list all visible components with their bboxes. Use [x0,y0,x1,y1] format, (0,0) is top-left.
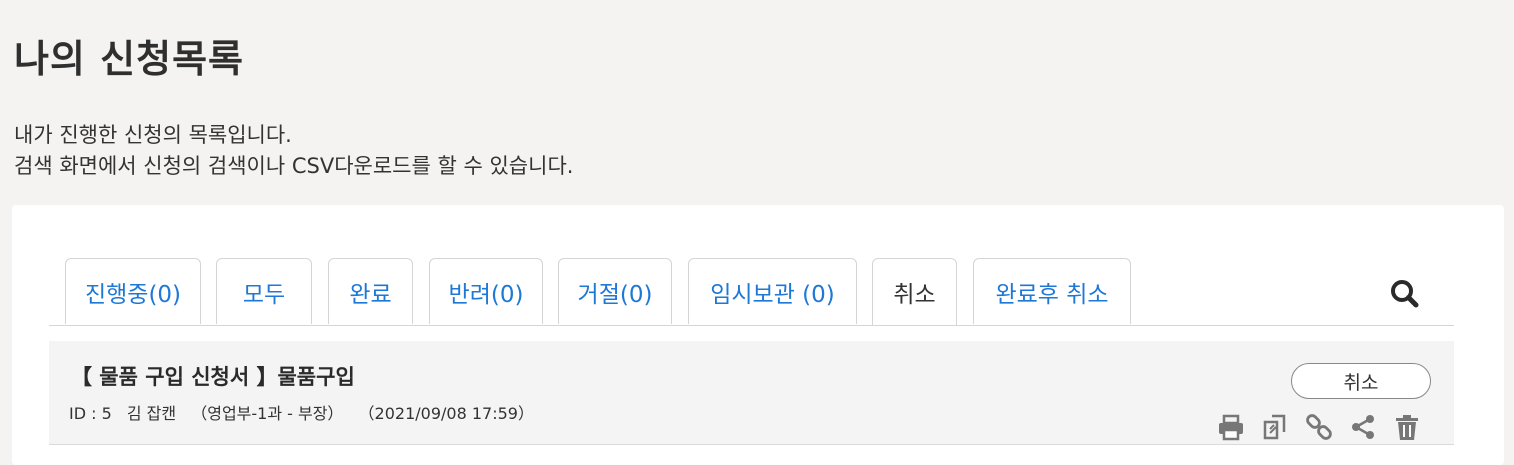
item-actions [1217,413,1421,443]
page-title: 나의 신청목록 [14,37,244,81]
application-id: ID : 5 [69,404,112,423]
tab-draft[interactable]: 임시보관 (0) [688,258,857,324]
tab-cancelled-after-completion[interactable]: 완료후 취소 [973,258,1131,324]
trash-icon[interactable] [1393,413,1421,441]
applicant-name: 김 잡캔 [126,404,177,423]
share-icon[interactable] [1349,413,1377,441]
cancel-button[interactable]: 취소 [1291,363,1431,399]
tab-completed[interactable]: 완료 [328,258,413,324]
print-icon[interactable] [1217,413,1245,441]
tab-rejected[interactable]: 거절(0) [558,258,672,324]
tab-in-progress[interactable]: 진행중(0) [65,258,201,324]
page-description: 내가 진행한 신청의 목록입니다. 검색 화면에서 신청의 검색이나 CSV다운… [14,120,573,182]
status-tabs: 진행중(0) 모두 완료 반려(0) 거절(0) 임시보관 (0) 취소 완료후… [49,258,1454,326]
application-date: （2021/09/08 17:59） [358,404,534,423]
description-line-2: 검색 화면에서 신청의 검색이나 CSV다운로드를 할 수 있습니다. [14,154,574,178]
application-list-card: 진행중(0) 모두 완료 반려(0) 거절(0) 임시보관 (0) 취소 완료후… [12,205,1504,465]
application-meta: ID : 5 김 잡캔 （영업부-1과 - 부장） （2021/09/08 17… [69,400,544,424]
tab-all[interactable]: 모두 [216,258,312,324]
description-line-1: 내가 진행한 신청의 목록입니다. [14,123,292,147]
application-title[interactable]: 【 물품 구입 신청서 】물품구입 [71,361,355,391]
applicant-department: （영업부-1과 - 부장） [191,404,344,423]
search-icon[interactable] [1387,276,1423,312]
list-item[interactable]: 【 물품 구입 신청서 】물품구입 ID : 5 김 잡캔 （영업부-1과 - … [49,341,1454,445]
link-icon[interactable] [1305,413,1333,441]
tab-cancelled[interactable]: 취소 [872,258,957,325]
copy-icon[interactable] [1261,413,1289,441]
tab-returned[interactable]: 반려(0) [429,258,543,324]
